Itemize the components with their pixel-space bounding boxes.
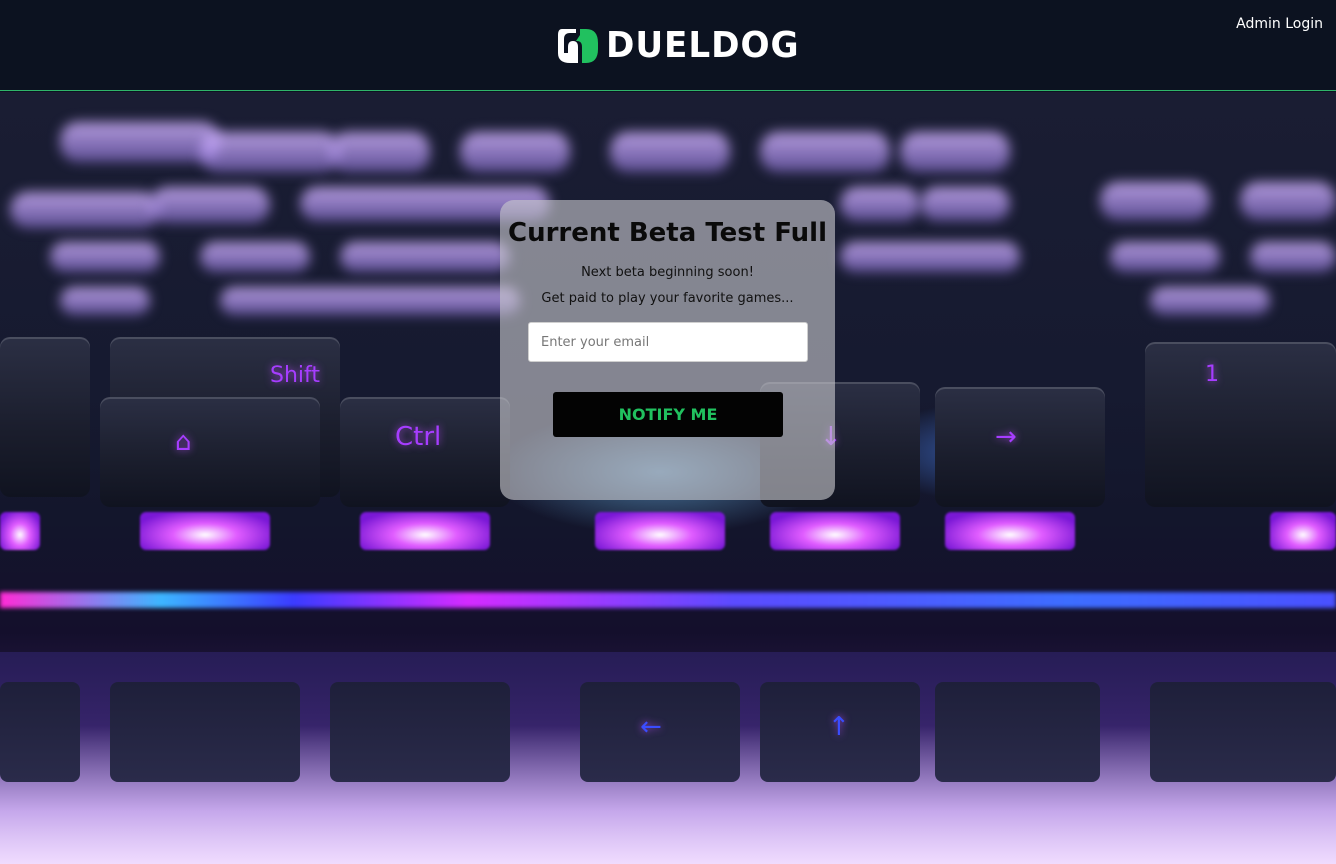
switch-light [360, 512, 490, 550]
blurred-key [610, 132, 730, 172]
switch-light [595, 512, 725, 550]
notify-me-button[interactable]: NOTIFY ME [553, 392, 783, 437]
blurred-key [220, 287, 520, 315]
switch-light [0, 512, 40, 550]
key-label-menu: ⌂ [175, 427, 192, 457]
keycap [0, 337, 90, 497]
card-subtitle-2: Get paid to play your favorite games... [541, 291, 794, 306]
card-subtitle-1: Next beta beginning soon! [581, 265, 754, 280]
blurred-key [150, 187, 270, 223]
blurred-key [460, 132, 570, 172]
blurred-key [200, 242, 310, 272]
blurred-key [1110, 242, 1220, 272]
blurred-key [200, 132, 340, 172]
dueldog-logo-icon [558, 29, 598, 63]
blurred-key [840, 187, 920, 221]
blurred-key [60, 287, 150, 315]
blurred-key [920, 187, 1010, 221]
key-label-one: 1 [1205, 362, 1219, 387]
reflected-key: ← [580, 682, 740, 782]
reflected-key [330, 682, 510, 782]
key-label-left: ← [640, 712, 662, 742]
brand-logo[interactable]: DUELDOG [556, 24, 810, 66]
switch-light [140, 512, 270, 550]
blurred-key [1250, 242, 1336, 272]
keycap-ctrl: Ctrl [340, 397, 510, 507]
blurred-key [10, 192, 160, 228]
blurred-key [1240, 182, 1336, 220]
blurred-key [330, 132, 430, 172]
key-label-shift: Shift [270, 363, 321, 388]
keycap: 1 [1145, 342, 1336, 507]
reflected-key [110, 682, 300, 782]
rgb-light-strip [0, 592, 1336, 608]
brand-name: DUELDOG [606, 24, 800, 66]
reflected-key [935, 682, 1100, 782]
blurred-key [60, 122, 220, 162]
reflected-key [0, 682, 80, 782]
reflected-key: ↑ [760, 682, 920, 782]
beta-signup-card: Current Beta Test Full Next beta beginni… [500, 200, 835, 500]
key-label-up: ↑ [828, 712, 850, 742]
switch-light [770, 512, 900, 550]
reflected-key [1150, 682, 1336, 782]
key-label-right: → [995, 422, 1017, 452]
key-label-ctrl: Ctrl [395, 422, 442, 452]
blurred-key [50, 242, 160, 272]
keycap: ⌂ [100, 397, 320, 507]
blurred-key [1150, 287, 1270, 315]
keycap: → [935, 387, 1105, 507]
blurred-key [760, 132, 890, 172]
switch-light [945, 512, 1075, 550]
blurred-key [840, 242, 1020, 272]
site-header: DUELDOG Admin Login [0, 0, 1336, 91]
blurred-key [1100, 182, 1210, 220]
email-input[interactable] [528, 322, 808, 362]
admin-login-link[interactable]: Admin Login [1236, 16, 1323, 32]
blurred-key [900, 132, 1010, 172]
switch-light [1270, 512, 1336, 550]
blurred-key [340, 242, 510, 272]
card-title: Current Beta Test Full [507, 218, 827, 248]
